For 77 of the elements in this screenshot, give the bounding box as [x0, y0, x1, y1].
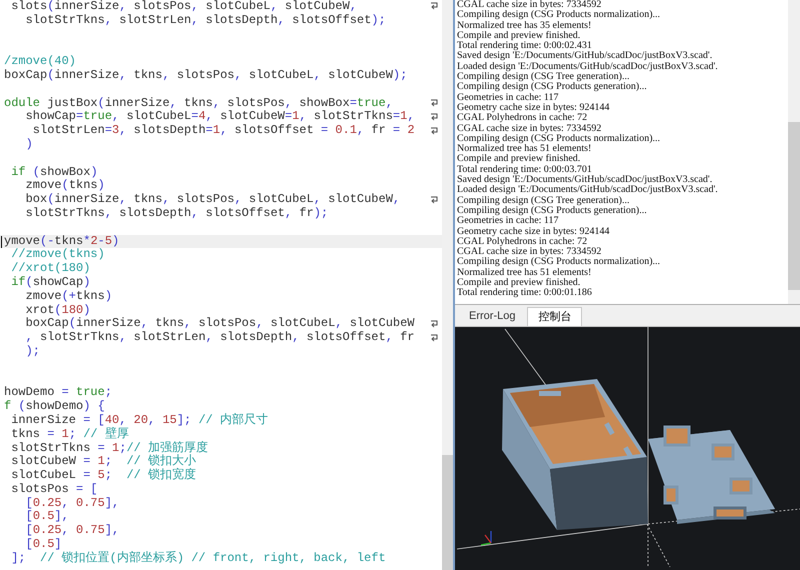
console-line: CGAL Polyhedrons in cache: 72	[457, 113, 588, 124]
code-line: //zmove(tkns)	[10, 248, 105, 262]
code-line: showCap=true, slotCubeL=4, slotCubeW=1, slotStrTkns=1,	[24, 110, 415, 124]
code-line: [0.5],	[24, 510, 69, 524]
code-line: boxCap(innerSize, tkns, slotsPos, slotCubeL, slotCubeW);	[4, 68, 408, 83]
line-wrap-icon	[430, 98, 439, 108]
code-line: ]; // 锁扣位置(内部坐标系) // front, right, back, left	[10, 552, 386, 566]
code-line: , slotStrTkns, slotStrLen, slotsDepth, slotsOffset, fr	[24, 331, 415, 345]
console-line: Compiling design (CSG Products normalization)...	[457, 257, 662, 268]
console-line: Geometry cache size in bytes: 924144	[457, 226, 610, 237]
line-wrap-icon	[430, 320, 439, 329]
console-line: Normalized tree has 51 elements!	[457, 268, 592, 278]
code-line: box(innerSize, tkns, slotsPos, slotCubeL, slotCubeW,	[24, 193, 400, 207]
code-line: [0.25, 0.75],	[24, 524, 120, 538]
console-line: Compiling design (CSG Products generation)...	[457, 82, 648, 93]
console-line: Loaded design 'E:/Documents/GitHub/scadDoc/justBoxV3.scad'.	[457, 62, 719, 72]
code-line: if (showBox)	[10, 166, 98, 179]
console-line: Compiling design (CSG Products normalization)...	[457, 10, 662, 21]
console-line: Geometries in cache: 117	[457, 92, 560, 103]
line-wrap-icon	[430, 334, 439, 343]
code-line: slotsPos = [	[10, 482, 98, 497]
scrollbar-thumb[interactable]	[788, 122, 800, 290]
code-line: slotCubeL = 5; // 锁扣宽度	[10, 469, 196, 483]
console-line: Compiling design (CSG Tree generation)...	[457, 72, 630, 82]
code-line: slotStrTkns, slotStrLen, slotsDepth, slotsOffset);	[24, 14, 386, 28]
console-line: Compile and preview finished.	[457, 278, 580, 288]
console-line: Saved design 'E:/Documents/GitHub/scadDoc/justBoxV3.scad'.	[457, 51, 714, 62]
code-line: );	[24, 344, 40, 359]
code-line: slotStrTkns, slotsDepth, slotsOffset, fr);	[24, 206, 328, 221]
code-line: xrot(180)	[24, 304, 90, 317]
code-line: ymove(-tkns*2-5)	[4, 234, 120, 248]
console-line: Loaded design 'E:/Documents/GitHub/scadDoc/justBoxV3.scad'.	[457, 185, 719, 196]
line-wrap-icon	[430, 196, 439, 205]
console-line: Normalized tree has 51 elements!	[457, 144, 592, 154]
console-line: CGAL cache size in bytes: 7334592	[457, 247, 602, 258]
code-line: boxCap(innerSize, tkns, slotsPos, slotCubeL, slotCubeW	[24, 317, 414, 331]
axis-gizmo-icon	[480, 531, 492, 546]
console-line: Compiling design (CSG Products generation)...	[457, 206, 648, 216]
code-line: innerSize = [40, 20, 15]; // 内部尺寸	[10, 414, 268, 427]
code-line: odule justBox(innerSize, tkns, slotsPos, showBox=true,	[4, 96, 393, 110]
line-wrap-icon	[430, 126, 439, 136]
console-line: Compile and preview finished.	[457, 30, 582, 41]
code-line: howDemo = true;	[4, 386, 112, 400]
panel-tab[interactable]: Error-Log	[459, 307, 526, 326]
text-cursor	[1, 236, 2, 248]
code-line: //xrot(180)	[10, 262, 90, 276]
console-line: Compiling design (CSG Tree generation)...	[457, 196, 630, 206]
scrollbar-thumb[interactable]	[442, 455, 453, 570]
console-line: Total rendering time: 0:00:02.431	[457, 41, 592, 52]
code-editor[interactable]	[0, 0, 453, 570]
console-line: Normalized tree has 35 elements!	[457, 20, 592, 31]
console-line: Total rendering time: 0:00:01.186	[457, 288, 593, 299]
code-line: )	[24, 138, 33, 152]
console-line: CGAL cache size in bytes: 7334592	[457, 0, 602, 10]
code-line: [0.25, 0.75],	[24, 496, 120, 510]
code-line: if(showCap)	[10, 276, 90, 290]
code-line: slotStrLen=3, slotsDepth=1, slotsOffset = 0.1, fr = 2	[32, 124, 415, 138]
console-line: Saved design 'E:/Documents/GitHub/scadDoc/justBoxV3.scad'.	[457, 175, 712, 186]
code-line: [0.5]	[24, 538, 62, 552]
code-line: zmove(+tkns)	[24, 290, 112, 304]
code-line: slots(innerSize, slotsPos, slotCubeL, slotCubeW,	[10, 0, 357, 14]
line-wrap-icon	[430, 2, 439, 12]
console-line: Geometries in cache: 117	[457, 216, 560, 227]
code-line: zmove(tkns)	[24, 179, 105, 193]
console-line: Total rendering time: 0:00:03.701	[457, 164, 593, 175]
panel-tab[interactable]: 控制台	[527, 307, 582, 326]
code-line: /zmove(40)	[4, 55, 76, 69]
code-line: tkns = 1; // 壁厚	[10, 428, 129, 442]
line-wrap-icon	[430, 112, 439, 122]
console-line: CGAL cache size in bytes: 7334592	[457, 124, 602, 134]
code-line: slotCubeW = 1; // 锁扣大小	[10, 455, 196, 468]
code-line: slotStrTkns = 1;// 加强筋厚度	[10, 442, 208, 454]
console-line: CGAL Polyhedrons in cache: 72	[457, 236, 588, 247]
code-line: f (showDemo) {	[4, 400, 105, 414]
console-line: Geometry cache size in bytes: 924144	[457, 102, 610, 113]
console-line: Compile and preview finished.	[457, 154, 582, 165]
console-line: Compiling design (CSG Products normalization)...	[457, 134, 662, 144]
